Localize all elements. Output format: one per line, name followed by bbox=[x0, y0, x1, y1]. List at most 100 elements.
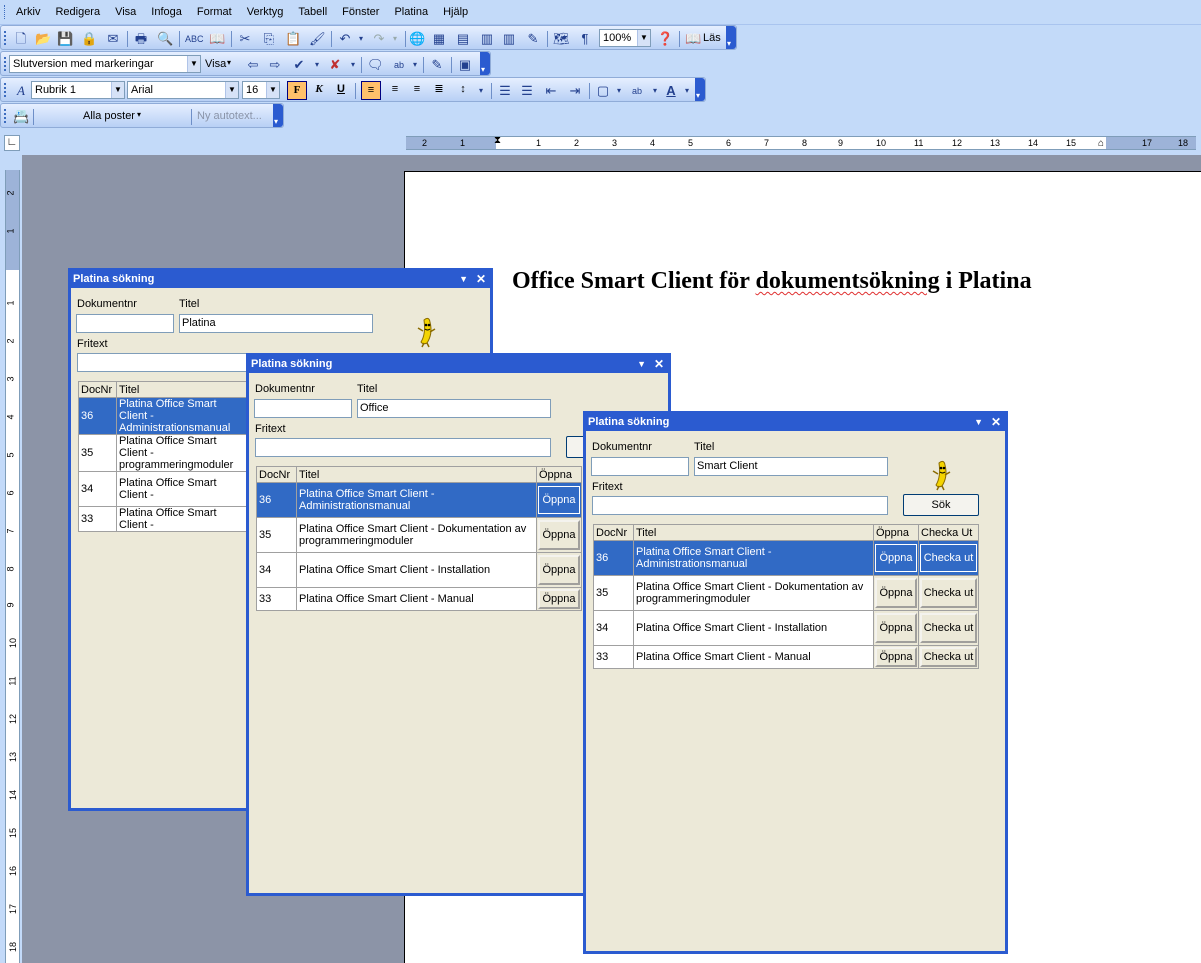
tab-selector-icon[interactable]: ∟ bbox=[4, 135, 20, 151]
menu-hjalp[interactable]: Hjälp bbox=[443, 6, 468, 18]
styles-icon[interactable]: A bbox=[13, 83, 29, 99]
highlight-icon[interactable]: ab bbox=[629, 83, 645, 99]
close-icon[interactable]: ✕ bbox=[476, 271, 486, 288]
close-icon[interactable]: ✕ bbox=[654, 356, 664, 373]
decrease-indent-icon[interactable]: ⇤ bbox=[543, 83, 559, 99]
menu-format[interactable]: Format bbox=[197, 6, 232, 18]
title-input[interactable]: Smart Client bbox=[694, 457, 888, 476]
table-row[interactable]: 34 Platina Office Smart Client - Install… bbox=[256, 552, 582, 588]
show-menu-arrow-icon[interactable]: ▾ bbox=[227, 58, 231, 67]
font-size-select[interactable]: 16 ▼ bbox=[242, 81, 280, 99]
open-button[interactable]: Öppna bbox=[875, 613, 917, 643]
table-row[interactable]: 36 Platina Office Smart Client - Adminis… bbox=[78, 397, 248, 435]
chevron-down-icon[interactable]: ▼ bbox=[111, 82, 124, 98]
pane-menu-icon[interactable]: ▼ bbox=[459, 271, 468, 288]
read-icon[interactable]: 📖 bbox=[685, 31, 701, 47]
menu-visa[interactable]: Visa bbox=[115, 6, 136, 18]
menu-redigera[interactable]: Redigera bbox=[55, 6, 100, 18]
increase-indent-icon[interactable]: ⇥ bbox=[567, 83, 583, 99]
column-docnr[interactable]: DocNr bbox=[256, 466, 297, 483]
style-select[interactable]: Rubrik 1 ▼ bbox=[31, 81, 125, 99]
redo-icon[interactable]: ↷ bbox=[371, 31, 387, 47]
table-row[interactable]: 35 Platina Office Smart Client - program… bbox=[78, 434, 248, 472]
chevron-down-icon[interactable]: ▼ bbox=[187, 56, 200, 72]
show-menu-button[interactable]: Visa bbox=[205, 58, 226, 70]
menu-verktyg[interactable]: Verktyg bbox=[247, 6, 284, 18]
bold-button[interactable]: F bbox=[287, 81, 307, 100]
line-spacing-icon[interactable]: ↕ bbox=[453, 81, 473, 100]
vertical-ruler[interactable]: 2 1 1 2 3 4 5 6 7 8 9 10 11 12 13 14 15 … bbox=[5, 170, 20, 963]
column-titel[interactable]: Titel bbox=[633, 524, 874, 541]
all-entries-button[interactable]: Alla poster bbox=[83, 110, 135, 122]
toolbar-options-icon[interactable] bbox=[726, 26, 736, 49]
reject-dropdown-icon[interactable]: ▾ bbox=[345, 57, 361, 73]
open-button[interactable]: Öppna bbox=[538, 520, 580, 550]
autotext-icon[interactable]: 📇 bbox=[13, 109, 29, 125]
toolbar-grip[interactable] bbox=[4, 109, 7, 123]
justify-icon[interactable]: ≣ bbox=[429, 81, 449, 100]
title-input[interactable]: Platina bbox=[179, 314, 373, 333]
print-icon[interactable]: 🖶 bbox=[133, 31, 149, 47]
toolbar-options-icon[interactable] bbox=[273, 104, 283, 127]
table-row[interactable]: 36 Platina Office Smart Client - Adminis… bbox=[593, 540, 979, 576]
align-right-icon[interactable]: ≡ bbox=[407, 81, 427, 100]
highlight-icon[interactable]: ab bbox=[391, 57, 407, 73]
right-indent-icon[interactable]: ⌂ bbox=[1098, 138, 1104, 149]
font-color-dropdown-icon[interactable]: ▾ bbox=[679, 83, 695, 99]
table-row[interactable]: 33 Platina Office Smart Client - Manual … bbox=[256, 587, 582, 611]
line-spacing-dropdown-icon[interactable]: ▾ bbox=[473, 83, 489, 99]
docnr-input[interactable] bbox=[254, 399, 352, 418]
ruler-strip[interactable]: 2 1 ⧗ 1 2 3 4 5 6 7 8 9 10 11 12 13 14 1… bbox=[406, 135, 1196, 150]
pane-titlebar[interactable]: Platina sökning ▼ ✕ bbox=[249, 356, 668, 373]
chevron-down-icon[interactable]: ▼ bbox=[266, 82, 279, 98]
open-button[interactable]: Öppna bbox=[538, 589, 580, 609]
zoom-select[interactable]: 100% ▼ bbox=[599, 29, 651, 47]
horizontal-ruler[interactable]: ∟ 2 1 ⧗ 1 2 3 4 5 6 7 8 9 10 11 12 13 14… bbox=[0, 131, 1201, 155]
menu-grip[interactable] bbox=[4, 5, 7, 19]
reject-change-icon[interactable]: ✘ bbox=[327, 57, 343, 73]
display-for-review-select[interactable]: Slutversion med markeringar ▼ bbox=[9, 55, 201, 73]
column-titel[interactable]: Titel bbox=[296, 466, 537, 483]
insert-excel-icon[interactable]: ▥ bbox=[479, 31, 495, 47]
pane-menu-icon[interactable]: ▼ bbox=[974, 414, 983, 431]
highlight-dropdown-icon[interactable]: ▾ bbox=[647, 83, 663, 99]
help-icon[interactable]: ❓ bbox=[657, 31, 673, 47]
column-titel[interactable]: Titel bbox=[116, 381, 248, 398]
close-icon[interactable]: ✕ bbox=[991, 414, 1001, 431]
checkout-button[interactable]: Checka ut bbox=[920, 544, 977, 572]
undo-icon[interactable]: ↶ bbox=[337, 31, 353, 47]
toolbar-options-icon[interactable] bbox=[695, 78, 705, 101]
search-button[interactable]: Sök bbox=[903, 494, 979, 516]
align-center-icon[interactable]: ≡ bbox=[385, 81, 405, 100]
open-button[interactable]: Öppna bbox=[875, 647, 917, 667]
underline-button[interactable]: U bbox=[331, 81, 351, 100]
table-row[interactable]: 35 Platina Office Smart Client - Dokumen… bbox=[256, 517, 582, 553]
email-icon[interactable]: ✉ bbox=[105, 31, 121, 47]
checkout-button[interactable]: Checka ut bbox=[920, 647, 977, 667]
font-color-icon[interactable]: A bbox=[663, 83, 679, 99]
menu-infoga[interactable]: Infoga bbox=[151, 6, 182, 18]
table-row[interactable]: 33 Platina Office Smart Client - bbox=[78, 506, 248, 532]
reviewing-pane-icon[interactable]: ▣ bbox=[457, 57, 473, 73]
read-button[interactable]: Läs bbox=[703, 32, 721, 44]
chevron-down-icon[interactable]: ▼ bbox=[225, 82, 238, 98]
show-formatting-icon[interactable]: ¶ bbox=[577, 31, 593, 47]
column-oppna[interactable]: Öppna bbox=[536, 466, 582, 483]
new-autotext-button[interactable]: Ny autotext... bbox=[197, 110, 262, 122]
open-folder-icon[interactable]: 📂 bbox=[35, 31, 51, 47]
accept-change-icon[interactable]: ✔ bbox=[291, 57, 307, 73]
undo-dropdown-icon[interactable]: ▾ bbox=[353, 31, 369, 47]
column-checka-ut[interactable]: Checka Ut bbox=[918, 524, 979, 541]
column-oppna[interactable]: Öppna bbox=[873, 524, 919, 541]
fritext-input[interactable] bbox=[255, 438, 551, 457]
table-row[interactable]: 36 Platina Office Smart Client - Adminis… bbox=[256, 482, 582, 518]
toolbar-options-icon[interactable] bbox=[480, 52, 490, 75]
misspelled-word[interactable]: dokumentsökning bbox=[755, 268, 939, 294]
table-row[interactable]: 35 Platina Office Smart Client - Dokumen… bbox=[593, 575, 979, 611]
toolbar-grip[interactable] bbox=[4, 31, 7, 45]
align-left-icon[interactable]: ≡ bbox=[361, 81, 381, 100]
bullets-icon[interactable]: ☰ bbox=[519, 83, 535, 99]
menu-fonster[interactable]: Fönster bbox=[342, 6, 379, 18]
docnr-input[interactable] bbox=[591, 457, 689, 476]
column-docnr[interactable]: DocNr bbox=[78, 381, 117, 398]
